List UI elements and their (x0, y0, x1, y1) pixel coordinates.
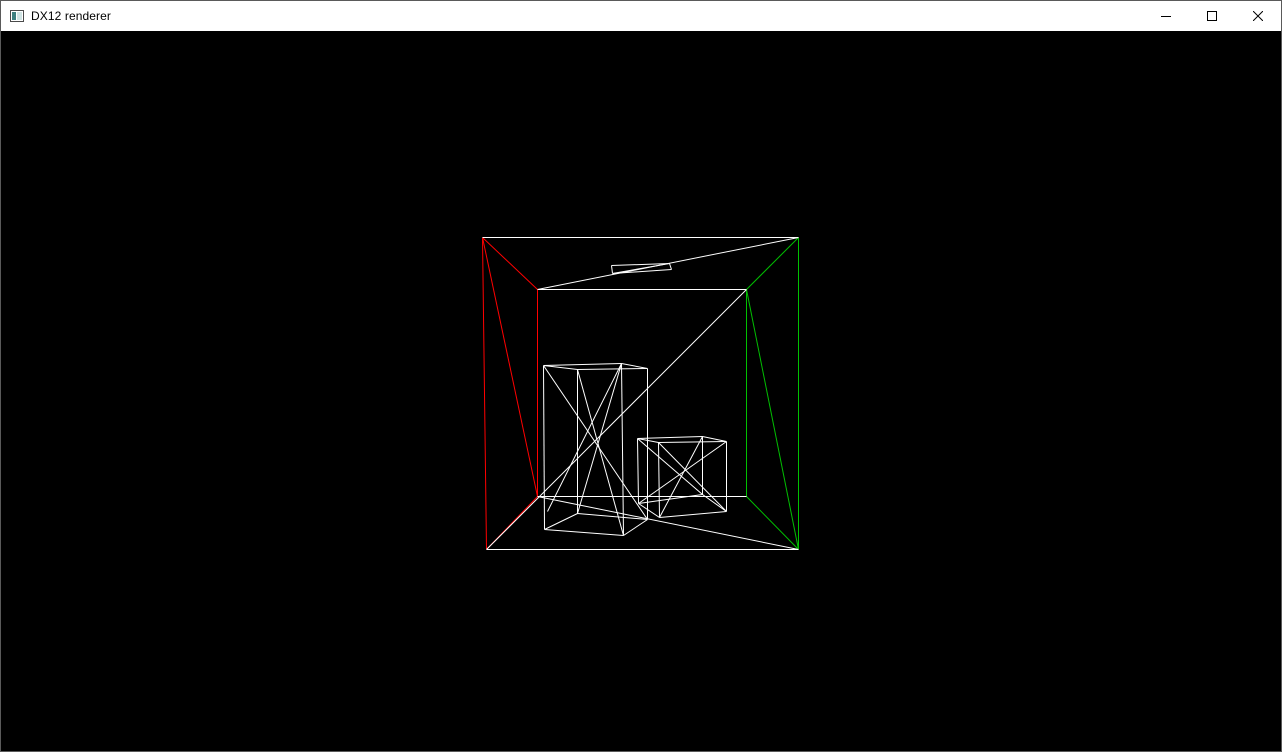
maximize-button[interactable] (1189, 1, 1235, 31)
app-window-icon[interactable] (9, 8, 25, 24)
wireframe-edge (659, 511, 727, 518)
wireframe-edge (637, 438, 639, 504)
wireframe-edge (482, 237, 538, 497)
tall-box-edges (543, 363, 648, 536)
wireframe-edge (543, 365, 578, 370)
wireframe-edge (658, 442, 660, 518)
wireframe-edge (611, 265, 613, 274)
wireframe-edge (577, 368, 648, 370)
ceiling-light-edges (611, 263, 672, 274)
title-bar[interactable]: DX12 renderer (1, 1, 1281, 31)
right-wall-edges (746, 237, 799, 550)
maximize-icon (1207, 11, 1217, 21)
wireframe-edge (669, 263, 672, 270)
app-window: DX12 renderer (0, 0, 1282, 752)
wireframe-edge (621, 363, 624, 536)
wireframe-edge (544, 529, 624, 536)
short-box-edges (637, 436, 727, 518)
wireframe-edge (746, 237, 799, 290)
caption-buttons (1143, 1, 1281, 31)
wireframe-edge (623, 519, 648, 536)
wireframe-edge (746, 289, 799, 550)
wireframe-edge (482, 237, 538, 290)
close-button[interactable] (1235, 1, 1281, 31)
window-title: DX12 renderer (31, 9, 112, 23)
wireframe-edge (621, 363, 648, 369)
close-icon (1253, 11, 1263, 21)
wireframe-edge (537, 496, 799, 550)
wireframe-edge (544, 513, 578, 530)
minimize-icon (1161, 16, 1171, 17)
wireframe-edge (659, 436, 703, 518)
wireframe-edge (543, 365, 545, 530)
wireframe-edge (543, 363, 622, 366)
wireframe-scene (482, 237, 799, 550)
minimize-button[interactable] (1143, 1, 1189, 31)
wireframe-edge (658, 441, 727, 443)
wireframe-edge (577, 369, 624, 536)
wireframe-edge (702, 436, 727, 442)
wireframe-edge (482, 237, 487, 550)
left-wall-edges (482, 237, 538, 550)
wireframe-edge (702, 494, 727, 512)
render-viewport[interactable] (1, 31, 1281, 751)
wireframe-edge (746, 496, 799, 550)
